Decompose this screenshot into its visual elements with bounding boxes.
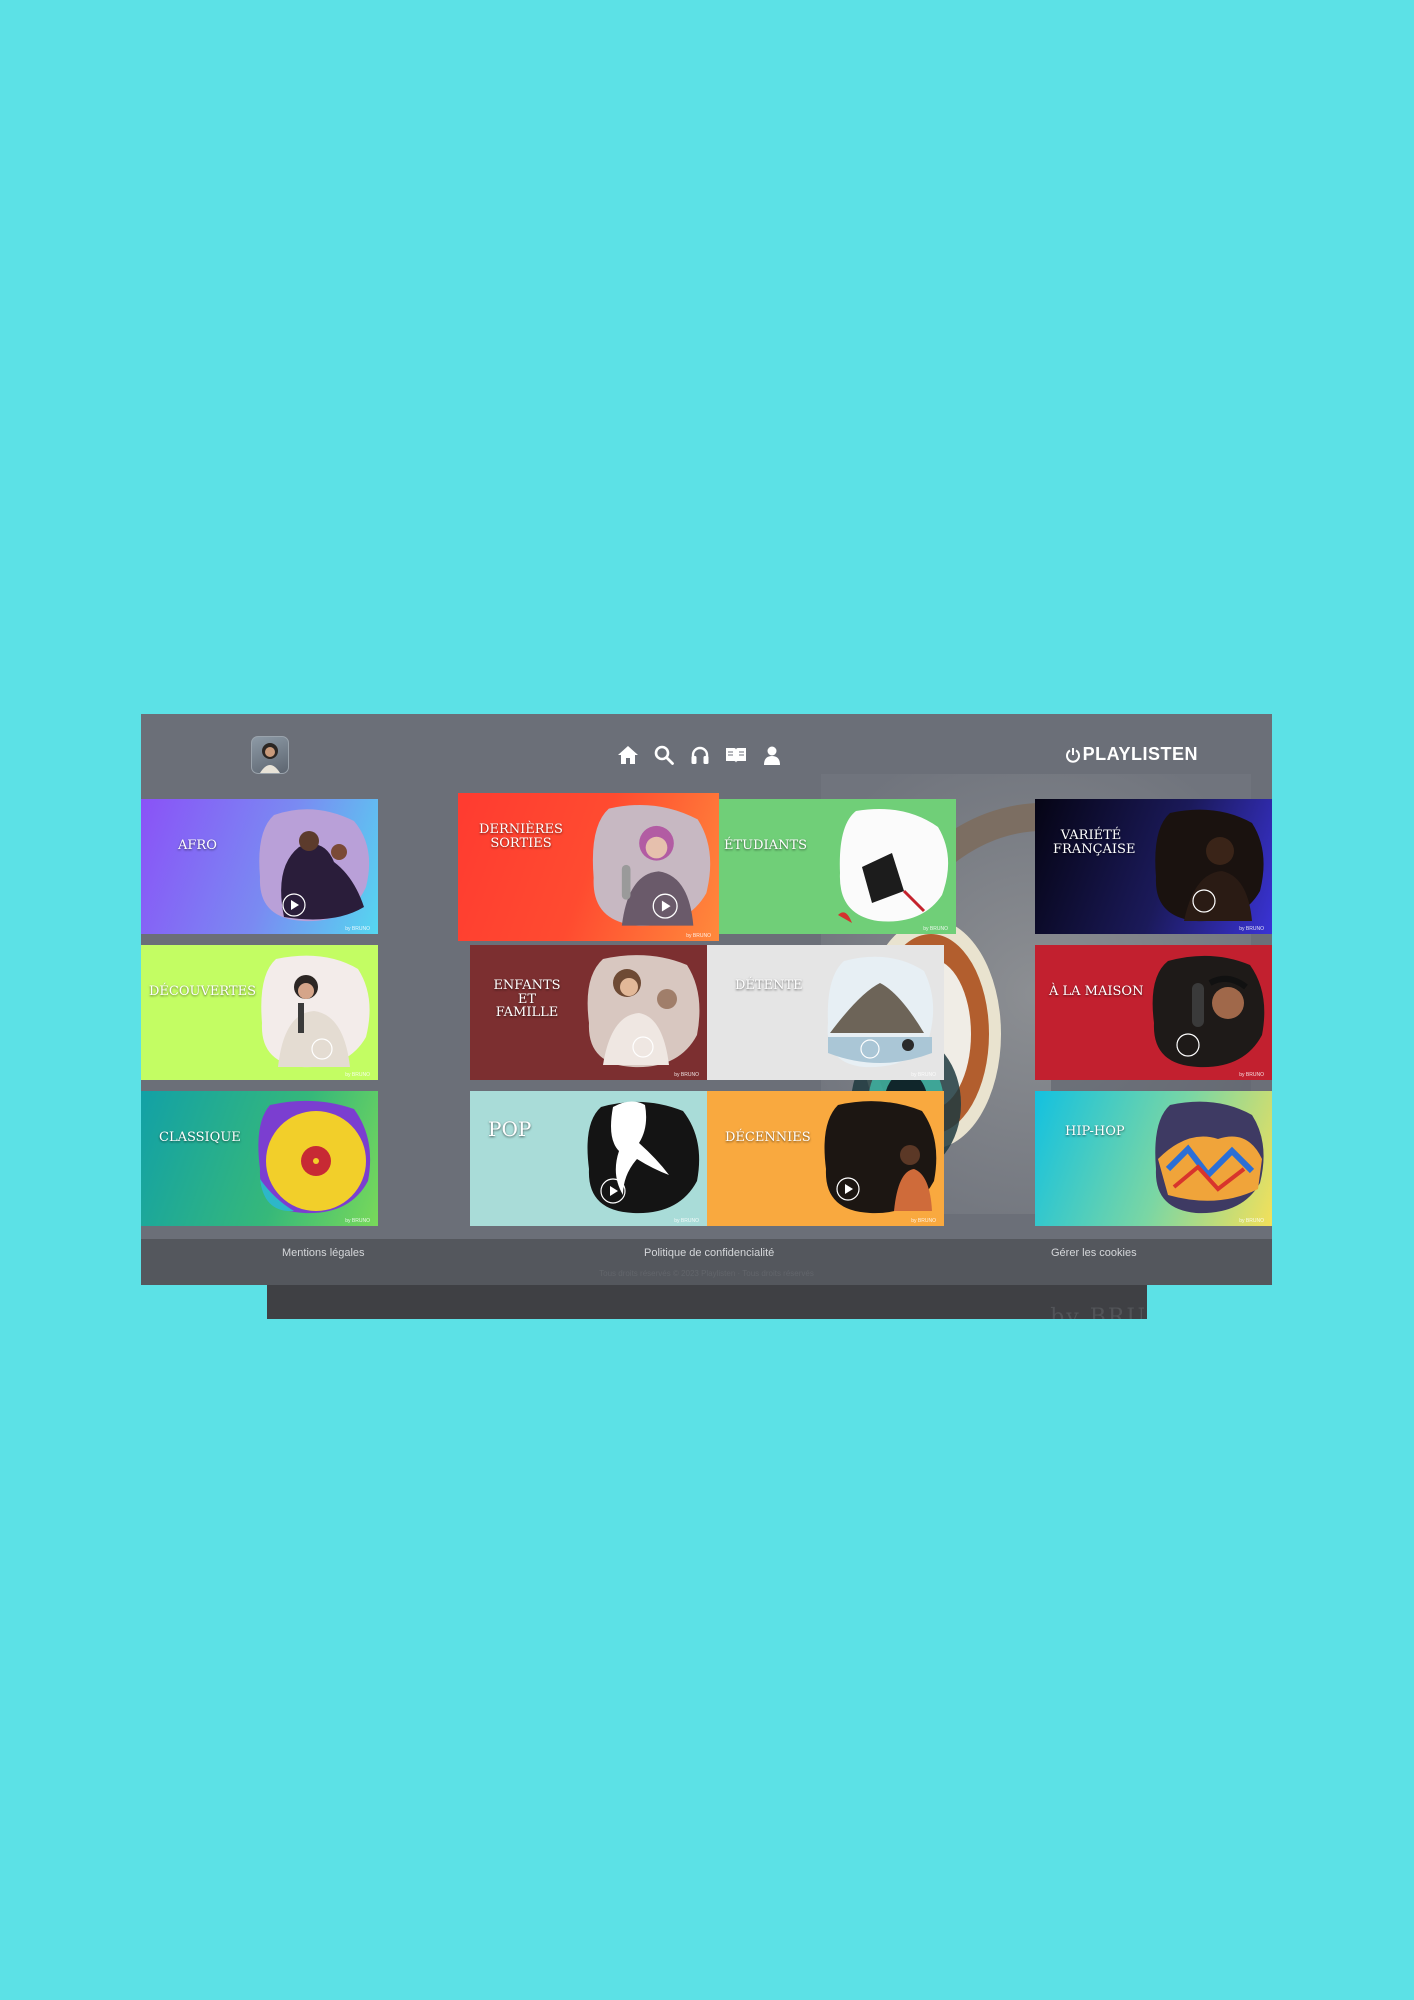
tile-variete-francaise[interactable]: VARIÉTÉ FRANÇAISE by BRUNO (1035, 799, 1272, 934)
tile-a-la-maison[interactable]: À LA MAISON by BRUNO (1035, 945, 1272, 1080)
power-icon (1065, 747, 1080, 763)
tile-label: DERNIÈRES SORTIES (479, 822, 563, 851)
tile-etudiants[interactable]: ÉTUDIANTS by BRUNO (719, 799, 956, 934)
tile-credit: by BRUNO (911, 1218, 936, 1224)
photo-blob (587, 1101, 700, 1214)
tile-label: À LA MAISON (1049, 984, 1144, 999)
watermark-text: by BRU (1050, 1305, 1147, 1319)
tile-label: AFRO (178, 838, 217, 853)
tile-credit: by BRUNO (674, 1072, 699, 1078)
brand-logo[interactable]: PLAYLISTEN (1065, 744, 1198, 765)
cookies-link[interactable]: Gérer les cookies (1051, 1247, 1137, 1259)
photo-blob (824, 1101, 937, 1214)
tile-label: HIP-HOP (1065, 1124, 1125, 1139)
tile-label: POP (488, 1117, 532, 1141)
tile-afro[interactable]: AFRO by BRUNO (141, 799, 378, 934)
tile-classique[interactable]: CLASSIQUE by BRUNO (141, 1091, 378, 1226)
tile-label: VARIÉTÉ FRANÇAISE (1053, 828, 1136, 857)
copyright-text: Tous droits réservés © 2023 Playlisten ·… (599, 1269, 814, 1278)
tile-credit: by BRUNO (1239, 1218, 1264, 1224)
tile-pop[interactable]: POP by BRUNO (470, 1091, 707, 1226)
legal-link[interactable]: Mentions légales (282, 1247, 365, 1259)
tile-label: CLASSIQUE (159, 1130, 241, 1145)
footer: Mentions légales Politique de confidenci… (141, 1239, 1272, 1285)
headphones-icon[interactable] (689, 744, 711, 766)
tile-credit: by BRUNO (345, 1072, 370, 1078)
user-avatar[interactable] (251, 736, 289, 774)
tile-credit: by BRUNO (674, 1218, 699, 1224)
privacy-link[interactable]: Politique de confidencialité (644, 1247, 774, 1259)
tile-credit: by BRUNO (345, 926, 370, 932)
photo-blob (1152, 955, 1265, 1068)
tile-label: DÉCOUVERTES (149, 984, 256, 999)
book-icon[interactable] (725, 744, 747, 766)
tile-credit: by BRUNO (345, 1218, 370, 1224)
tile-credit: by BRUNO (686, 933, 711, 939)
app-window: PLAYLISTEN AFRO by BRUNO DÉCOUVERTES by … (141, 714, 1272, 1285)
photo-blob (1155, 1101, 1264, 1214)
tile-credit: by BRUNO (1239, 926, 1264, 932)
home-icon[interactable] (617, 744, 639, 766)
tile-label: ENFANTS ET FAMILLE (493, 978, 561, 1021)
main-nav (617, 744, 783, 766)
tile-credit: by BRUNO (1239, 1072, 1264, 1078)
photo-blob (592, 804, 711, 926)
photo-blob (259, 809, 370, 922)
tile-hip-hop[interactable]: HIP-HOP by BRUNO (1035, 1091, 1272, 1226)
tile-label: ÉTUDIANTS (724, 838, 808, 853)
background-panel: by BRU (267, 1285, 1147, 1319)
tile-dernieres-sorties[interactable]: DERNIÈRES SORTIES by BRUNO (458, 793, 719, 941)
photo-blob (827, 956, 934, 1068)
search-icon[interactable] (653, 744, 675, 766)
photo-blob (1155, 809, 1264, 922)
avatar-portrait-icon (260, 743, 280, 773)
brand-logo-text: PLAYLISTEN (1082, 744, 1198, 764)
photo-blob (587, 955, 700, 1068)
tile-detente[interactable]: DÉTENTE by BRUNO (707, 945, 944, 1080)
tile-credit: by BRUNO (911, 1072, 936, 1078)
user-icon[interactable] (761, 744, 783, 766)
tile-decouvertes[interactable]: DÉCOUVERTES by BRUNO (141, 945, 378, 1080)
photo-blob (261, 955, 370, 1068)
tile-decennies[interactable]: DÉCENNIES by BRUNO (707, 1091, 944, 1226)
photo-blob (258, 1100, 371, 1214)
tile-label: DÉCENNIES (725, 1130, 811, 1145)
tile-label: DÉTENTE (735, 978, 803, 993)
photo-blob (838, 809, 949, 923)
tile-credit: by BRUNO (923, 926, 948, 932)
tile-enfants-et-famille[interactable]: ENFANTS ET FAMILLE by BRUNO (470, 945, 707, 1080)
top-bar: PLAYLISTEN (141, 714, 1272, 794)
